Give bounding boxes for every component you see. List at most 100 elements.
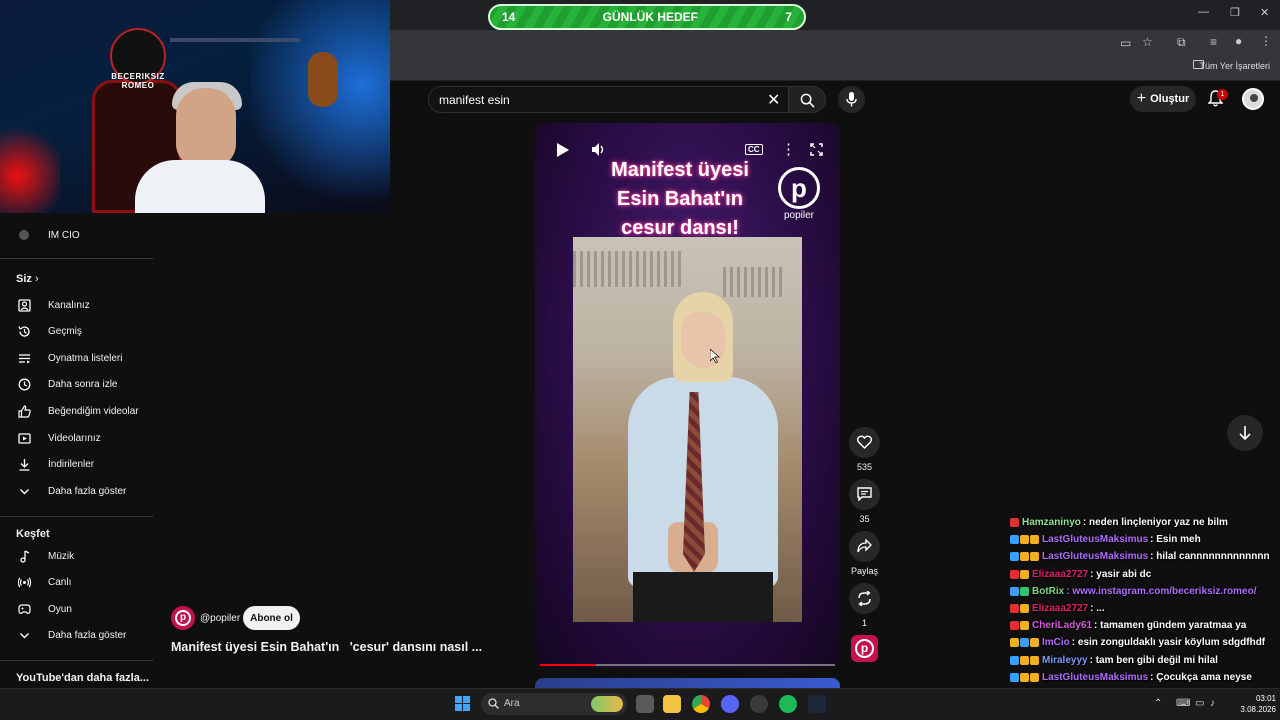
search-button[interactable] bbox=[788, 86, 826, 113]
more-options-icon[interactable]: ⋮ bbox=[781, 140, 796, 158]
sidebar-item-daha-fazla-göster[interactable]: Daha fazla göster bbox=[0, 478, 160, 504]
sidebar-item-label: Geçmiş bbox=[48, 326, 82, 338]
volume-icon[interactable] bbox=[591, 142, 606, 157]
reading-list-icon[interactable]: ≡ bbox=[1210, 35, 1217, 49]
file-explorer-icon[interactable] bbox=[663, 695, 681, 713]
sidebar-item-oyun[interactable]: Oyun bbox=[0, 596, 160, 622]
remix-icon bbox=[858, 591, 871, 606]
sidebar-heading-more: YouTube'dan daha fazla... bbox=[16, 672, 149, 684]
chat-username: Elizaaa2727 bbox=[1032, 568, 1089, 580]
task-view-icon[interactable] bbox=[636, 695, 654, 713]
guitar-image bbox=[308, 52, 338, 107]
music-icon bbox=[17, 549, 31, 563]
remix-button[interactable] bbox=[849, 583, 880, 614]
subscribe-button[interactable]: Abone ol bbox=[243, 606, 300, 630]
playlist-icon bbox=[17, 351, 31, 365]
captions-icon[interactable]: CC bbox=[745, 144, 763, 155]
share-button[interactable] bbox=[849, 531, 880, 562]
speaker-icon[interactable]: ♪ bbox=[1210, 698, 1215, 709]
create-button[interactable]: + Oluştur bbox=[1130, 86, 1196, 112]
live-icon bbox=[17, 576, 31, 590]
minimize-icon[interactable]: — bbox=[1198, 6, 1209, 18]
chat-username: Elizaaa2727 bbox=[1032, 603, 1089, 615]
chat-badge-icon bbox=[1020, 655, 1029, 665]
sidebar-item-beğendiğim-videolar[interactable]: Beğendiğim videolar bbox=[0, 398, 160, 424]
sidebar-item-label: Canlı bbox=[48, 577, 72, 589]
chat-badges bbox=[1010, 638, 1039, 648]
sidebar-item-daha-sonra-izle[interactable]: Daha sonra izle bbox=[0, 372, 160, 398]
next-short-button[interactable] bbox=[1227, 415, 1263, 451]
chrome-icon[interactable] bbox=[692, 695, 710, 713]
chat-badge-icon bbox=[1020, 569, 1029, 579]
account-avatar[interactable] bbox=[1242, 88, 1264, 110]
chat-badge-icon bbox=[1010, 604, 1019, 614]
user-channel-icon bbox=[17, 228, 31, 242]
chat-text: : tamamen gündem yaratmaa ya bbox=[1094, 620, 1247, 632]
sidebar-heading-you[interactable]: Siz › bbox=[16, 273, 39, 285]
streamer-face bbox=[176, 88, 236, 168]
channel-avatar[interactable]: p bbox=[171, 606, 195, 630]
profile-icon[interactable]: ● bbox=[1235, 34, 1242, 48]
play-icon[interactable] bbox=[556, 143, 569, 157]
like-button[interactable] bbox=[849, 427, 880, 458]
extensions-icon[interactable]: ⧉ bbox=[1177, 35, 1186, 50]
all-bookmarks-link[interactable]: Tüm Yer İşaretleri bbox=[1199, 61, 1270, 71]
maximize-icon[interactable]: ❐ bbox=[1230, 6, 1240, 19]
gaming-icon bbox=[17, 602, 31, 616]
comments-button[interactable] bbox=[849, 479, 880, 510]
browser-address-bar[interactable]: ▭ ☆ ⧉ ≡ ● ⋮ bbox=[390, 30, 1280, 54]
spotify-icon[interactable] bbox=[779, 695, 797, 713]
chat-username: ImCio bbox=[1042, 637, 1070, 649]
close-window-icon[interactable]: ✕ bbox=[1260, 6, 1269, 19]
clear-search-icon[interactable]: ✕ bbox=[767, 90, 780, 110]
chat-badges bbox=[1010, 655, 1039, 665]
sidebar-item-geçmiş[interactable]: Geçmiş bbox=[0, 319, 160, 345]
sidebar-item-müzik[interactable]: Müzik bbox=[0, 543, 160, 569]
obs-icon[interactable] bbox=[750, 695, 768, 713]
taskbar-search-label: Ara bbox=[504, 698, 520, 709]
sidebar-item-daha-fazla-göster[interactable]: Daha fazla göster bbox=[0, 623, 160, 649]
sidebar-item-label: Oynatma listeleri bbox=[48, 352, 123, 364]
chat-badge-icon bbox=[1030, 552, 1039, 562]
sidebar-item-canlı[interactable]: Canlı bbox=[0, 570, 160, 596]
sidebar-item-kanalınız[interactable]: Kanalınız bbox=[0, 292, 160, 318]
chat-badge-icon bbox=[1010, 638, 1019, 648]
chat-message: Elizaaa2727: yasir abi dc bbox=[1010, 566, 1280, 583]
short-video-title[interactable]: Manifest üyesi Esin Bahat'ın 'cesur' dan… bbox=[171, 640, 482, 654]
channel-thumbnail-button[interactable]: p bbox=[851, 635, 878, 662]
windows-start-icon[interactable] bbox=[455, 696, 470, 711]
sidebar-item-label: Kanalınız bbox=[48, 299, 90, 311]
keyboard-icon[interactable]: ⌨ bbox=[1176, 698, 1190, 709]
taskbar-clock[interactable]: 03:01 3.08.2026 bbox=[1226, 693, 1276, 715]
bookmark-star-icon[interactable]: ☆ bbox=[1142, 35, 1153, 49]
browser-menu-icon[interactable]: ⋮ bbox=[1260, 34, 1272, 48]
like-count: 535 bbox=[856, 462, 873, 472]
voice-search-button[interactable] bbox=[838, 86, 865, 113]
comment-count: 35 bbox=[859, 514, 870, 524]
steam-icon[interactable] bbox=[808, 695, 826, 713]
chat-message: LastGluteusMaksimus: hilal cannnnnnnnnnn… bbox=[1010, 548, 1280, 565]
network-icon[interactable]: ▭ bbox=[1195, 698, 1204, 709]
chat-text: : hilal cannnnnnnnnnnnn bbox=[1150, 551, 1270, 563]
short-overlay-title: Manifest üyesi Esin Bahat'ın cesur dansı… bbox=[611, 159, 749, 239]
chat-badges bbox=[1010, 569, 1029, 579]
sidebar-item-videolarınız[interactable]: Videolarınız bbox=[0, 425, 160, 451]
chat-message: CheriLady61: tamamen gündem yaratmaa ya bbox=[1010, 617, 1280, 634]
comment-icon bbox=[857, 487, 872, 501]
channel-handle[interactable]: @popiler bbox=[200, 613, 240, 624]
clock-time: 03:01 bbox=[1255, 694, 1276, 703]
history-icon bbox=[17, 325, 31, 339]
tray-chevron-icon[interactable]: ⌃ bbox=[1154, 698, 1162, 709]
chat-badges bbox=[1010, 535, 1039, 545]
fullscreen-icon[interactable] bbox=[810, 143, 823, 156]
chat-badge-icon bbox=[1010, 621, 1019, 631]
cast-icon[interactable]: ▭ bbox=[1120, 36, 1131, 50]
sidebar-item-user[interactable]: IM CIO bbox=[0, 222, 160, 248]
chat-message: LastGluteusMaksimus: Çocukça ama neyse bbox=[1010, 669, 1280, 686]
clock-date: 3.08.2026 bbox=[1240, 705, 1276, 714]
sidebar-item-label: Daha fazla göster bbox=[48, 485, 127, 497]
discord-icon[interactable] bbox=[721, 695, 739, 713]
sidebar-item-i-ndirilenler[interactable]: İndirilenler bbox=[0, 452, 160, 478]
search-query: manifest esin bbox=[439, 93, 510, 107]
sidebar-item-oynatma-listeleri[interactable]: Oynatma listeleri bbox=[0, 345, 160, 371]
